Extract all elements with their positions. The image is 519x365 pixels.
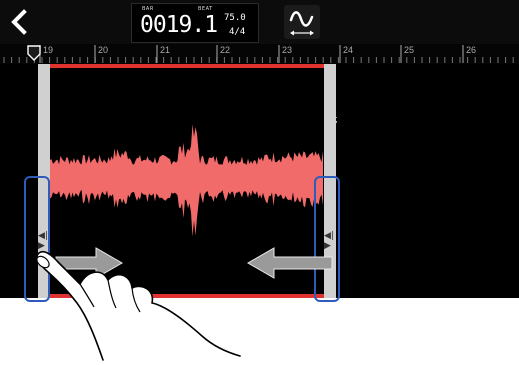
ruler-bar-21: 21: [160, 45, 171, 55]
ruler-bar-22: 22: [220, 45, 231, 55]
region-bottom-edge: [50, 294, 324, 298]
chevron-left-icon: [11, 9, 27, 35]
top-bar: BAR BEAT 0019.1 75.0 4/4: [0, 0, 519, 44]
playhead-marker-icon[interactable]: [27, 45, 41, 61]
selected-region[interactable]: [50, 64, 324, 298]
recorder-screen: BAR BEAT 0019.1 75.0 4/4 19 20 21 22 23 …: [0, 0, 519, 298]
ruler-bar-26: 26: [466, 45, 477, 55]
ruler-ticks: [3, 45, 514, 63]
tempo-value: 75.0: [224, 13, 246, 23]
position-counter: BAR BEAT 0019.1 75.0 4/4: [131, 3, 259, 43]
waveform: [50, 124, 323, 237]
region-top-edge: [50, 64, 324, 68]
time-signature: 4/4: [229, 27, 246, 37]
wave-mode-button[interactable]: [284, 5, 320, 39]
position-value: 0019.1: [140, 12, 218, 38]
ruler-bar-24: 24: [343, 45, 354, 55]
ruler-bar-20: 20: [98, 45, 109, 55]
bar-ruler[interactable]: 19 20 21 22 23 24 25 26: [0, 44, 519, 64]
ruler-bar-23: 23: [282, 45, 293, 55]
end-handle-highlight: [314, 176, 340, 302]
back-button[interactable]: [6, 6, 34, 38]
ruler-bar-19: 19: [43, 45, 54, 55]
sine-wave-icon: [289, 11, 314, 36]
start-handle-highlight: [24, 176, 50, 302]
ruler-bar-25: 25: [404, 45, 415, 55]
